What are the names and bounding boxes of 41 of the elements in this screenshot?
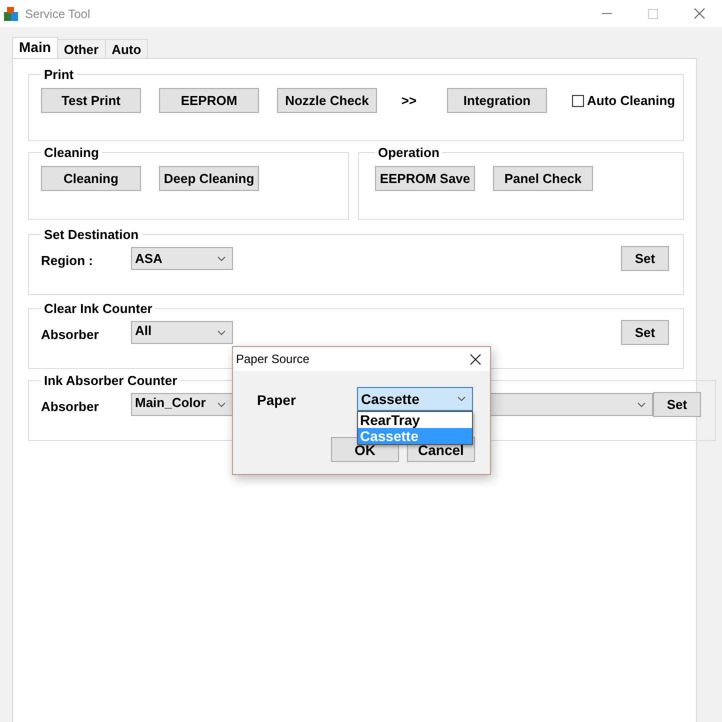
dropdown-option[interactable]: RearTray — [358, 412, 472, 428]
field-label: Paper — [257, 392, 297, 408]
action-button[interactable]: Test Print — [41, 88, 141, 113]
set-button[interactable]: Set — [653, 392, 701, 417]
group-title: Set Destination — [43, 227, 140, 242]
chevron-icon — [217, 330, 226, 336]
chevron-icon — [457, 396, 466, 402]
tab[interactable]: Main — [12, 37, 58, 59]
action-button[interactable]: Integration — [447, 88, 547, 113]
group-title: Ink Absorber Counter — [43, 373, 178, 388]
app-icon — [3, 6, 19, 22]
action-button[interactable]: Cleaning — [41, 166, 141, 191]
dropdown[interactable]: Main_Color — [131, 393, 233, 416]
dialog-title: Paper Source — [236, 352, 310, 366]
checkbox-box[interactable] — [572, 94, 584, 106]
close-icon[interactable] — [470, 354, 481, 364]
action-button[interactable]: EEPROM — [159, 88, 259, 113]
set-button[interactable]: Set — [621, 320, 669, 345]
chevron-icon — [217, 402, 226, 408]
tab[interactable]: Auto — [106, 39, 148, 58]
dropdown[interactable]: All — [131, 321, 233, 344]
auto-cleaning-checkbox[interactable]: Auto Cleaning — [572, 93, 676, 108]
dropdown[interactable]: ASA — [131, 247, 233, 270]
group-title: Clear Ink Counter — [43, 301, 154, 316]
action-button[interactable]: EEPROM Save — [375, 166, 475, 191]
group-title: Print — [43, 67, 75, 82]
group-title: Cleaning — [43, 145, 100, 160]
set-button[interactable]: Set — [621, 246, 669, 271]
action-button[interactable]: Panel Check — [493, 166, 593, 191]
action-button[interactable]: Nozzle Check — [277, 88, 377, 113]
separator-label: >> — [400, 93, 418, 108]
dropdown[interactable]: Cassette — [357, 387, 473, 411]
window-title: Service Tool — [25, 6, 90, 20]
chevron-icon — [217, 256, 226, 262]
action-button[interactable]: Deep Cleaning — [159, 166, 259, 191]
tab[interactable]: Other — [58, 39, 106, 58]
group-title: Operation — [377, 145, 440, 160]
field-label: Region : — [41, 253, 94, 268]
field-label: Absorber — [41, 327, 100, 342]
chevron-icon — [637, 402, 646, 408]
field-label: Absorber — [41, 399, 100, 414]
